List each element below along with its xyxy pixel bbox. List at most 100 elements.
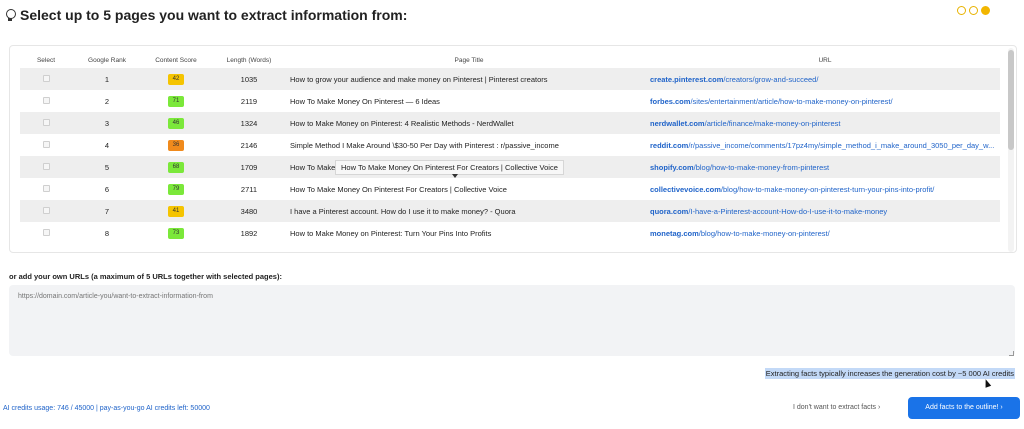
page-title: Select up to 5 pages you want to extract…: [20, 7, 408, 23]
step-dot-2: [969, 6, 978, 15]
lightbulb-icon: [4, 8, 16, 22]
row-select-checkbox[interactable]: [42, 228, 50, 236]
length-cell: 2146: [240, 140, 258, 150]
page-title-cell: How To Make Money On Pinterest For Creat…: [290, 184, 507, 194]
row-select-checkbox[interactable]: [42, 118, 50, 126]
column-header-length: Length (Words): [226, 56, 272, 64]
length-cell: 1324: [210, 112, 288, 134]
rank-cell: 6: [104, 184, 110, 194]
url-path-link[interactable]: /sites/entertainment/article/how-to-make…: [690, 97, 892, 106]
score-cell: 41: [142, 200, 210, 222]
column-header-score: Content Score: [155, 56, 197, 64]
url-path-link[interactable]: /creators/grow-and-succeed/: [723, 75, 818, 84]
row-select-cell: [20, 178, 72, 200]
table-row[interactable]: 6 79 2711 How To Make Money On Pinterest Fo…: [20, 178, 1000, 200]
url-domain-link[interactable]: forbes.com: [650, 97, 690, 106]
length-cell: 2119: [240, 96, 258, 106]
title-tooltip: How To Make Money On Pinterest For Creat…: [335, 160, 564, 175]
table-row[interactable]: 1 42 1035 How to grow your audience and mak…: [20, 68, 1000, 90]
url-path-link[interactable]: /article/finance/make-money-on-pinterest: [705, 119, 841, 128]
score-cell: 68: [142, 156, 210, 178]
rank-cell: 4: [104, 140, 110, 150]
credits-usage: AI credits usage: 746 / 45000 | pay-as-y…: [3, 405, 210, 412]
dialog-header: Select up to 5 pages you want to extract…: [4, 5, 407, 25]
rank-cell: 5: [72, 156, 142, 178]
score-cell: 71: [142, 90, 210, 112]
rank-cell: 1: [72, 68, 142, 90]
score-cell: 36: [142, 134, 210, 156]
url-cell[interactable]: reddit.com/r/passive_income/comments/17p…: [650, 134, 1000, 156]
url-path-link[interactable]: /I-have-a-Pinterest-account-How-do-I-use…: [688, 207, 887, 216]
row-select-cell: [20, 112, 72, 134]
rank-cell: 3: [72, 112, 142, 134]
tooltip-arrow-icon: [452, 174, 458, 178]
score-cell: 73: [142, 222, 210, 244]
url-domain-link[interactable]: nerdwallet.com: [650, 119, 705, 128]
table-row[interactable]: 8 73 1892 How to Make Money on Pinterest: T…: [20, 222, 1000, 244]
url-cell[interactable]: shopify.com/blog/how-to-make-money-from-…: [650, 156, 1000, 178]
length-cell: 1035: [210, 68, 288, 90]
mouse-cursor-icon: [982, 378, 992, 388]
own-urls-input[interactable]: [9, 285, 1015, 356]
page-title-cell: How to Make Money on Pinterest: Turn You…: [290, 228, 492, 238]
length-cell: 2711: [240, 184, 258, 194]
table-row[interactable]: 2 71 2119 How To Make Money On Pinterest — …: [20, 90, 1000, 112]
url-cell[interactable]: forbes.com/sites/entertainment/article/h…: [650, 90, 1000, 112]
row-select-cell: [20, 68, 72, 90]
cost-note: Extracting facts typically increases the…: [764, 368, 1015, 379]
url-path-link[interactable]: /blog/how-to-make-money-on-pinterest-tur…: [721, 185, 934, 194]
row-select-cell: [20, 156, 72, 178]
page-title-cell: Simple Method I Make Around \$30-50 Per …: [290, 140, 559, 150]
url-cell[interactable]: monetag.com/blog/how-to-make-money-on-pi…: [650, 222, 1000, 244]
table-scrollbar-thumb[interactable]: [1008, 50, 1014, 150]
url-path-link[interactable]: /blog/how-to-make-money-on-pinterest/: [699, 229, 830, 238]
row-select-checkbox[interactable]: [42, 140, 50, 148]
column-header-select: Select: [36, 56, 56, 64]
length-cell: 1892: [240, 228, 258, 238]
url-domain-link[interactable]: monetag.com: [650, 229, 699, 238]
step-dot-1: [957, 6, 966, 15]
rank-cell: 8: [104, 228, 110, 238]
content-score-badge: 41: [168, 206, 184, 217]
content-score-badge: 36: [168, 140, 184, 151]
url-path-link[interactable]: /blog/how-to-make-money-from-pinterest: [694, 163, 829, 172]
pages-table: Select Google Rank Content Score Length …: [20, 52, 1000, 244]
url-cell[interactable]: collectivevoice.com/blog/how-to-make-mon…: [650, 178, 1000, 200]
row-select-checkbox[interactable]: [42, 74, 50, 82]
row-select-checkbox[interactable]: [42, 184, 50, 192]
table-row[interactable]: 7 41 3480 I have a Pinterest account. How d…: [20, 200, 1000, 222]
row-select-checkbox[interactable]: [42, 206, 50, 214]
url-path-link[interactable]: /r/passive_income/comments/17pz4my/simpl…: [688, 141, 994, 150]
table-header-row: Select Google Rank Content Score Length …: [20, 52, 1000, 68]
score-cell: 79: [142, 178, 210, 200]
table-row[interactable]: 3 46 1324 How to Make Money on Pinterest: 4…: [20, 112, 1000, 134]
pages-table-panel: Select Google Rank Content Score Length …: [9, 45, 1017, 253]
page-title-cell: I have a Pinterest account. How do I use…: [288, 200, 650, 222]
step-indicator: [957, 6, 990, 15]
url-domain-link[interactable]: shopify.com: [650, 163, 694, 172]
url-cell[interactable]: quora.com/I-have-a-Pinterest-account-How…: [650, 200, 1000, 222]
resize-handle-icon[interactable]: [1009, 351, 1014, 356]
row-select-checkbox[interactable]: [42, 96, 50, 104]
content-score-badge: 68: [168, 162, 184, 173]
content-score-badge: 46: [168, 118, 184, 129]
content-score-badge: 71: [168, 96, 184, 107]
skip-extract-link[interactable]: I don't want to extract facts ›: [793, 404, 880, 411]
score-cell: 42: [142, 68, 210, 90]
url-cell[interactable]: nerdwallet.com/article/finance/make-mone…: [650, 112, 1000, 134]
content-score-badge: 73: [168, 228, 184, 239]
add-facts-button[interactable]: Add facts to the outline! ›: [908, 397, 1020, 419]
url-domain-link[interactable]: reddit.com: [650, 141, 688, 150]
step-dot-3-active: [981, 6, 990, 15]
url-domain-link[interactable]: collectivevoice.com: [650, 185, 721, 194]
column-header-title: Page Title: [454, 56, 484, 64]
url-domain-link[interactable]: quora.com: [650, 207, 688, 216]
content-score-badge: 79: [168, 184, 184, 195]
table-row[interactable]: 4 36 2146 Simple Method I Make Around \$30-…: [20, 134, 1000, 156]
column-header-rank: Google Rank: [88, 56, 126, 64]
content-score-badge: 42: [168, 74, 184, 85]
url-domain-link[interactable]: create.pinterest.com: [650, 75, 723, 84]
row-select-checkbox[interactable]: [42, 162, 50, 170]
url-cell[interactable]: create.pinterest.com/creators/grow-and-s…: [650, 68, 1000, 90]
length-cell: 1709: [210, 156, 288, 178]
